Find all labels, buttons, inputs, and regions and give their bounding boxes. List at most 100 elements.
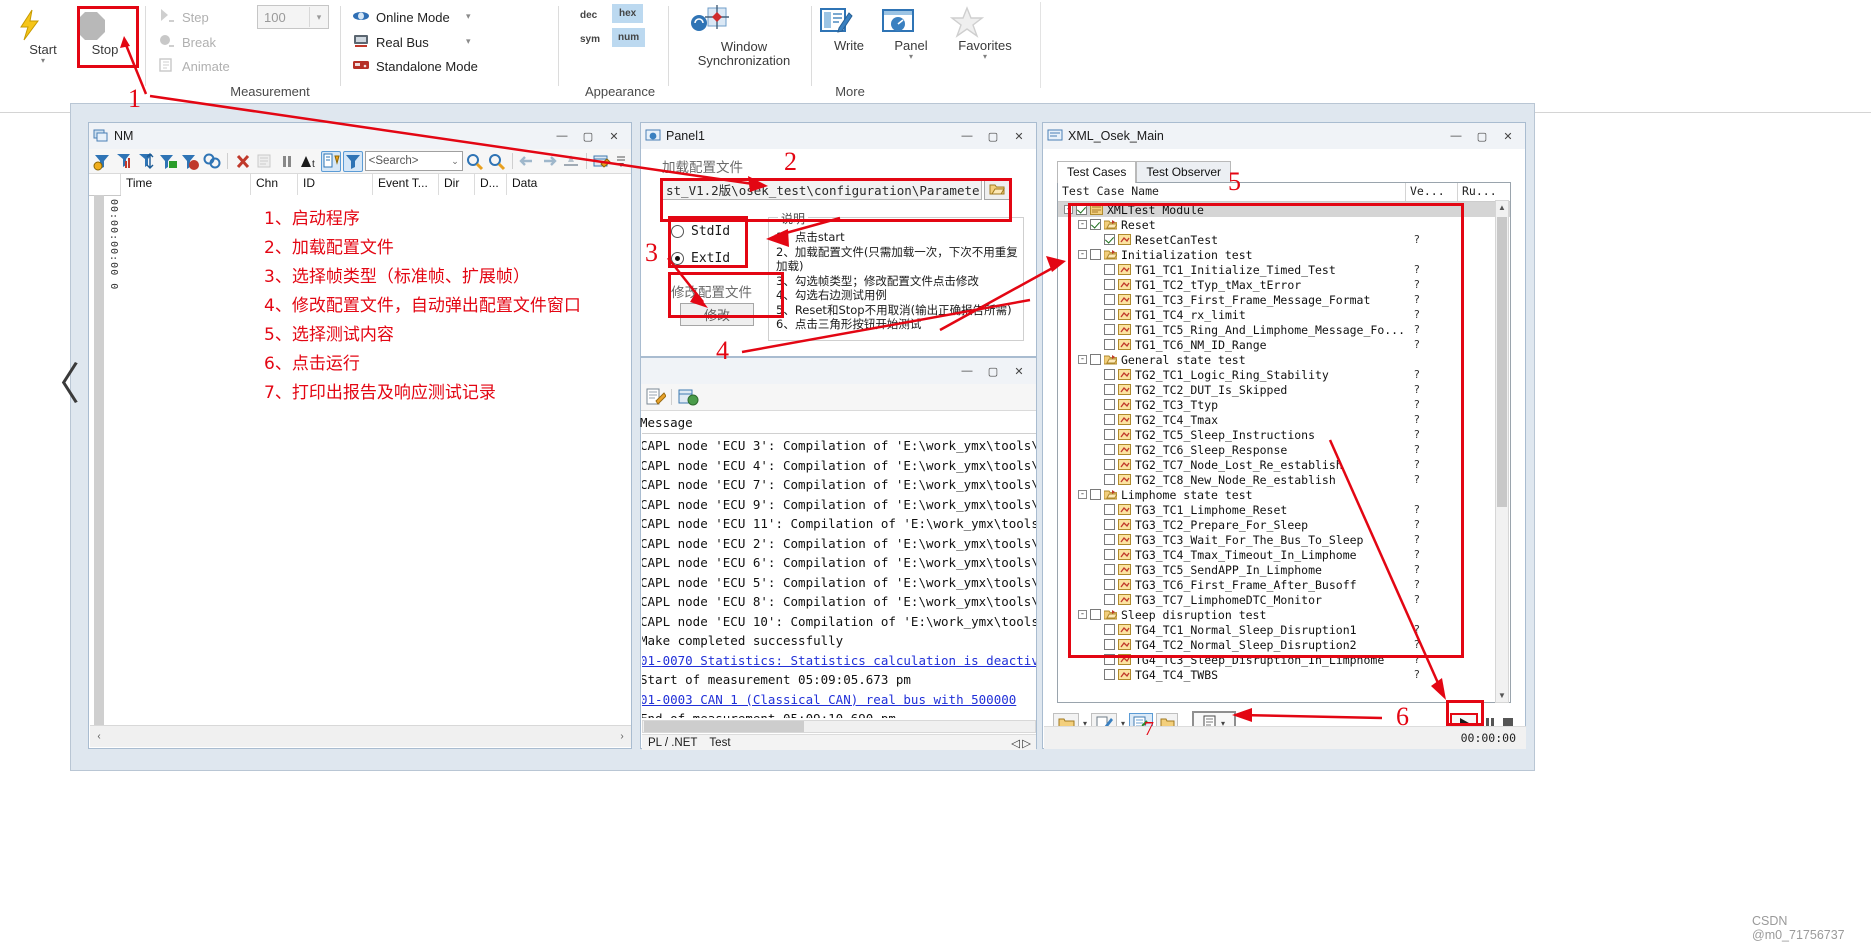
tree-checkbox[interactable]: [1090, 219, 1101, 230]
tree-checkbox[interactable]: [1104, 669, 1115, 680]
tree-row[interactable]: -Limphome state test: [1058, 487, 1510, 502]
xml-close-button[interactable]: ✕: [1495, 124, 1521, 148]
nm-scroll-left-icon[interactable]: ‹: [90, 731, 108, 742]
tree-checkbox[interactable]: [1104, 579, 1115, 590]
start-button[interactable]: Start ▾: [12, 8, 74, 65]
write-hscroll-thumb[interactable]: [644, 721, 804, 732]
write-button[interactable]: Write: [818, 6, 880, 53]
tree-row[interactable]: -XMLTest Module: [1058, 202, 1510, 217]
write-close-button[interactable]: ✕: [1006, 359, 1032, 383]
tree-expander-icon[interactable]: -: [1064, 205, 1073, 214]
nm-col-dir[interactable]: Dir: [439, 174, 475, 195]
tree-checkbox[interactable]: [1104, 564, 1115, 575]
standalone-mode-button[interactable]: Standalone Mode: [352, 57, 478, 75]
xml-maximize-button[interactable]: ▢: [1469, 124, 1495, 148]
sym-toggle[interactable]: sym: [576, 32, 604, 47]
nm-col-chn[interactable]: Chn: [251, 174, 298, 195]
panel1-close-button[interactable]: ✕: [1006, 124, 1032, 148]
radio-stdid[interactable]: StdId: [671, 224, 730, 239]
tree-expander-icon[interactable]: -: [1078, 610, 1087, 619]
real-bus-caret-icon[interactable]: ▾: [466, 36, 471, 47]
tree-scroll-down-icon[interactable]: ▼: [1498, 691, 1506, 700]
write-maximize-button[interactable]: ▢: [980, 359, 1006, 383]
tree-row[interactable]: TG3_TC5_SendAPP_In_Limphome?: [1058, 562, 1510, 577]
tree-checkbox[interactable]: [1104, 399, 1115, 410]
clear-write-icon[interactable]: [644, 387, 666, 408]
tree-checkbox[interactable]: [1104, 324, 1115, 335]
dec-toggle[interactable]: dec: [576, 8, 601, 23]
write-tab-capl-net[interactable]: PL / .NET: [642, 737, 703, 749]
tree-checkbox[interactable]: [1104, 639, 1115, 650]
tree-checkbox[interactable]: [1104, 624, 1115, 635]
tree-expander-icon[interactable]: -: [1078, 220, 1087, 229]
tree-row[interactable]: TG4_TC4_TWBS?: [1058, 667, 1510, 682]
tree-row[interactable]: TG2_TC6_Sleep_Response?: [1058, 442, 1510, 457]
tree-row[interactable]: TG1_TC2_tTyp_tMax_tError?: [1058, 277, 1510, 292]
write-tab-nav-left-icon[interactable]: ◁: [1011, 736, 1022, 750]
nm-col-dlc[interactable]: D...: [475, 174, 507, 195]
tree-scroll-up-icon[interactable]: ▲: [1498, 203, 1506, 212]
xml-minimize-button[interactable]: —: [1443, 124, 1469, 148]
chevron-down-icon[interactable]: ⌄: [451, 156, 459, 167]
nm-close-button[interactable]: ✕: [601, 124, 627, 148]
write-horizontal-scrollbar[interactable]: [642, 720, 1036, 733]
tree-row[interactable]: -Reset: [1058, 217, 1510, 232]
radio-extid-circle[interactable]: [671, 252, 684, 265]
tree-checkbox[interactable]: [1104, 264, 1115, 275]
modify-config-button[interactable]: 修改: [680, 303, 754, 326]
tree-row[interactable]: TG2_TC7_Node_Lost_Re_establish?: [1058, 457, 1510, 472]
tree-checkbox[interactable]: [1104, 519, 1115, 530]
tree-checkbox[interactable]: [1104, 654, 1115, 665]
tree-checkbox[interactable]: [1104, 594, 1115, 605]
radio-stdid-circle[interactable]: [671, 225, 684, 238]
tree-checkbox[interactable]: [1104, 339, 1115, 350]
panel-button[interactable]: Panel ▾: [880, 6, 942, 61]
marker-icon[interactable]: [561, 152, 581, 171]
tree-vertical-scrollbar[interactable]: ▲ ▼: [1495, 200, 1509, 703]
tree-checkbox[interactable]: [1104, 429, 1115, 440]
tree-row[interactable]: -Sleep disruption test: [1058, 607, 1510, 622]
write-tab-nav-right-icon[interactable]: ▷: [1022, 736, 1036, 750]
write-minimize-button[interactable]: —: [954, 359, 980, 383]
tree-checkbox[interactable]: [1104, 234, 1115, 245]
tree-row[interactable]: TG4_TC1_Normal_Sleep_Disruption1?: [1058, 622, 1510, 637]
tree-checkbox[interactable]: [1076, 204, 1087, 215]
delta-time-icon[interactable]: t: [299, 152, 319, 171]
tree-row[interactable]: TG3_TC7_LimphomeDTC_Monitor?: [1058, 592, 1510, 607]
tree-row[interactable]: TG2_TC8_New_Node_Re_establish?: [1058, 472, 1510, 487]
write-message-list[interactable]: CAPL node 'ECU 3': Compilation of 'E:\wo…: [642, 434, 1036, 718]
num-toggle[interactable]: num: [612, 28, 645, 47]
tree-checkbox[interactable]: [1104, 309, 1115, 320]
tree-row[interactable]: TG1_TC5_Ring_And_Limphome_Message_Fo...?: [1058, 322, 1510, 337]
tree-checkbox[interactable]: [1104, 504, 1115, 515]
tree-checkbox[interactable]: [1104, 459, 1115, 470]
tree-row[interactable]: TG3_TC1_Limphome_Reset?: [1058, 502, 1510, 517]
tree-expander-icon[interactable]: -: [1078, 490, 1087, 499]
test-case-tree[interactable]: Test Case Name Ve... Ru... -XMLTest Modu…: [1057, 182, 1511, 703]
tree-checkbox[interactable]: [1104, 534, 1115, 545]
tree-checkbox[interactable]: [1104, 294, 1115, 305]
save-write-icon[interactable]: [677, 387, 699, 408]
window-synchronization-button[interactable]: Window Synchronization: [684, 4, 804, 68]
active-filter-icon[interactable]: [343, 151, 363, 172]
tree-checkbox[interactable]: [1104, 414, 1115, 425]
tree-checkbox[interactable]: [1090, 609, 1101, 620]
tab-test-observer[interactable]: Test Observer: [1136, 161, 1231, 183]
tree-row[interactable]: TG1_TC6_NM_ID_Range?: [1058, 337, 1510, 352]
tree-checkbox[interactable]: [1090, 249, 1101, 260]
tree-row[interactable]: TG3_TC4_Tmax_Timeout_In_Limphome?: [1058, 547, 1510, 562]
favorites-button[interactable]: Favorites ▾: [950, 6, 1020, 61]
config-path-input[interactable]: st_V1.2版\osek_test\configuration\Paramet…: [662, 178, 982, 200]
tree-checkbox[interactable]: [1104, 369, 1115, 380]
start-caret-icon[interactable]: ▾: [12, 57, 74, 65]
add-filter-icon[interactable]: [158, 152, 178, 171]
tree-row[interactable]: TG4_TC3_Sleep_Disruption_In_Limphome?: [1058, 652, 1510, 667]
tree-checkbox[interactable]: [1104, 549, 1115, 560]
nm-col-time[interactable]: Time: [121, 174, 251, 195]
nav-forward-icon[interactable]: [539, 152, 559, 171]
tree-col-runs[interactable]: Ru...: [1458, 183, 1510, 201]
panel1-maximize-button[interactable]: ▢: [980, 124, 1006, 148]
tree-expander-icon[interactable]: -: [1078, 250, 1087, 259]
tree-row[interactable]: TG1_TC4_rx_limit?: [1058, 307, 1510, 322]
tree-col-verdict[interactable]: Ve...: [1406, 183, 1458, 201]
